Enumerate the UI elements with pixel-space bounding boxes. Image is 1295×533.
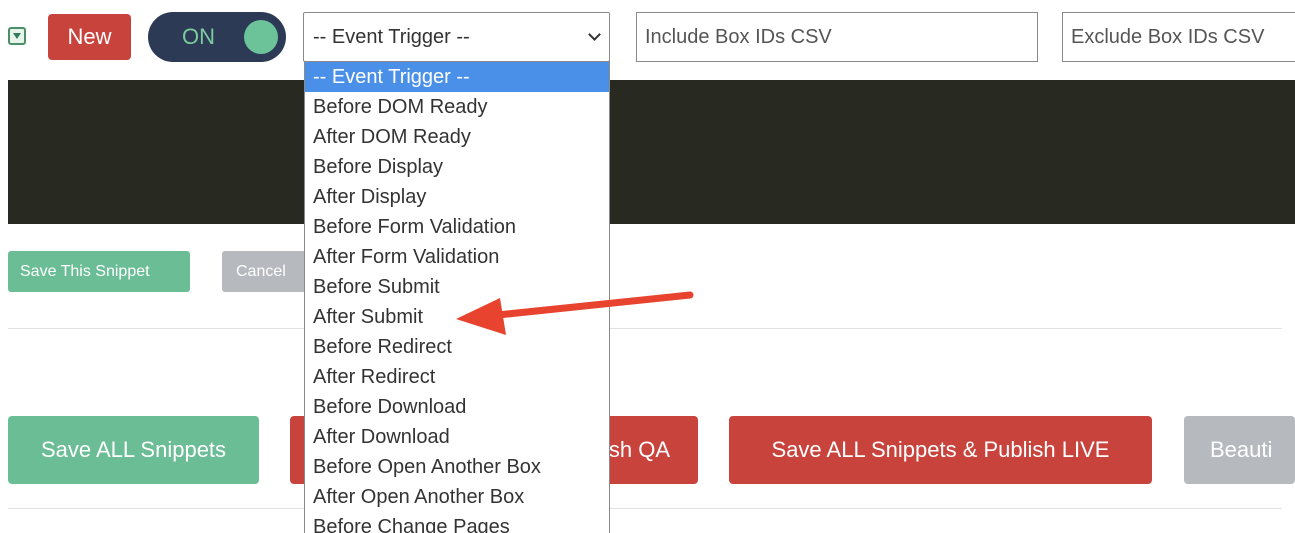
dropdown-option[interactable]: After DOM Ready (305, 122, 609, 152)
chevron-down-icon (588, 28, 601, 41)
dropdown-option[interactable]: Before Form Validation (305, 212, 609, 242)
dropdown-option[interactable]: Before Download (305, 392, 609, 422)
save-snippet-button[interactable]: Save This Snippet (8, 251, 190, 292)
include-box-ids-input[interactable] (636, 12, 1038, 62)
active-toggle[interactable]: ON (148, 12, 286, 62)
red-arrow-icon (456, 291, 694, 335)
exclude-box-ids-input[interactable] (1062, 12, 1295, 62)
dropdown-option[interactable]: After Download (305, 422, 609, 452)
new-badge: New (48, 14, 131, 60)
beautify-button[interactable]: Beauti (1184, 416, 1295, 484)
cancel-snippet-button[interactable]: Cancel (222, 251, 312, 292)
dropdown-option[interactable]: After Redirect (305, 362, 609, 392)
dropdown-option[interactable]: Before Open Another Box (305, 452, 609, 482)
toggle-label: ON (182, 24, 215, 49)
dropdown-option[interactable]: Before Change Pages (305, 512, 609, 533)
dropdown-option[interactable]: -- Event Trigger -- (305, 62, 609, 92)
event-trigger-selected-value: -- Event Trigger -- (313, 26, 470, 48)
dropdown-option[interactable]: After Open Another Box (305, 482, 609, 512)
dropdown-option[interactable]: After Form Validation (305, 242, 609, 272)
dropdown-option[interactable]: Before Display (305, 152, 609, 182)
dropdown-option[interactable]: Before DOM Ready (305, 92, 609, 122)
toggle-knob (244, 20, 278, 54)
code-editor[interactable] (8, 80, 1295, 224)
publish-qa-label: sh QA (608, 437, 670, 462)
bottom-divider (8, 508, 1282, 509)
event-trigger-select[interactable]: -- Event Trigger -- (303, 12, 610, 62)
dropdown-option[interactable]: After Display (305, 182, 609, 212)
save-all-snippets-button[interactable]: Save ALL Snippets (8, 416, 259, 484)
save-all-publish-live-button[interactable]: Save ALL Snippets & Publish LIVE (729, 416, 1152, 484)
collapse-toggle-icon[interactable] (8, 27, 26, 45)
